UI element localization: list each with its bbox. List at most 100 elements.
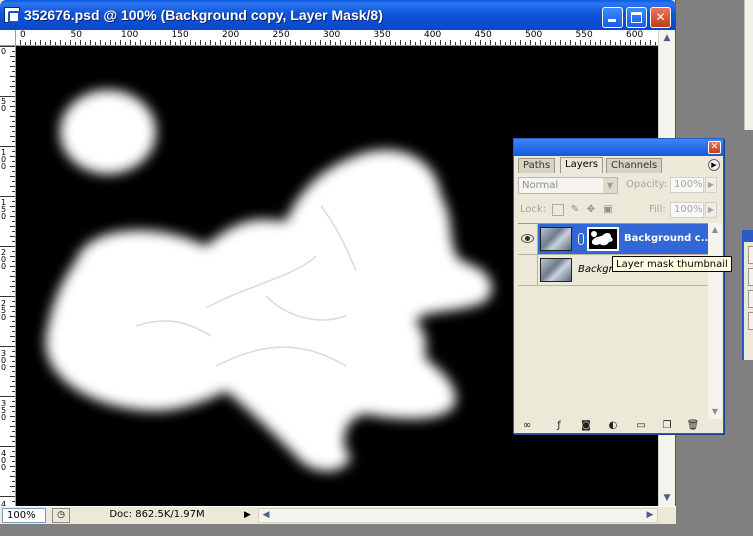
layer-mask-thumbnail[interactable] bbox=[587, 227, 619, 251]
new-group-icon[interactable]: ▭ bbox=[634, 419, 648, 432]
tab-layers[interactable]: Layers bbox=[560, 157, 604, 173]
add-mask-icon[interactable]: ◙ bbox=[579, 419, 593, 432]
opacity-slider-arrow[interactable]: ▶ bbox=[705, 177, 717, 193]
layer-style-icon[interactable]: ƒ bbox=[552, 419, 566, 432]
layers-scrollbar[interactable]: ▲ ▼ bbox=[708, 223, 722, 419]
navigator-button[interactable]: ◷ bbox=[52, 508, 70, 523]
layers-palette: ✕ Paths Layers Channels ▶ Normal ▼ Opaci… bbox=[513, 138, 732, 434]
ruler-tick bbox=[10, 286, 15, 287]
palette-close-button[interactable]: ✕ bbox=[708, 141, 721, 154]
link-layers-icon[interactable]: ∞ bbox=[520, 419, 534, 432]
ruler-tick bbox=[12, 221, 15, 222]
scroll-right-arrow[interactable]: ▶ bbox=[643, 509, 657, 522]
minimize-button[interactable] bbox=[602, 7, 623, 28]
palette-menu-button[interactable]: ▶ bbox=[708, 159, 720, 171]
ruler-tick bbox=[265, 42, 266, 45]
ruler-tick bbox=[30, 40, 31, 45]
new-layer-icon[interactable]: ❐ bbox=[660, 419, 674, 432]
ruler-tick bbox=[12, 381, 15, 382]
ruler-tick bbox=[12, 141, 15, 142]
zoom-field[interactable]: 100% bbox=[2, 508, 46, 523]
vertical-ruler[interactable]: 050100150200250300350400450 bbox=[0, 46, 16, 506]
palette-cell bbox=[748, 268, 753, 286]
ruler-tick bbox=[520, 40, 521, 45]
scroll-up-arrow[interactable]: ▲ bbox=[659, 30, 675, 46]
ruler-label: 150 bbox=[1, 197, 7, 221]
tab-paths[interactable]: Paths bbox=[518, 158, 556, 173]
ruler-tick bbox=[360, 40, 361, 45]
move-icon[interactable]: ✥ bbox=[585, 204, 597, 216]
ruler-tick bbox=[12, 171, 15, 172]
scroll-down-arrow[interactable]: ▼ bbox=[708, 405, 722, 419]
ruler-tick bbox=[25, 42, 26, 45]
document-titlebar[interactable]: 352676.psd @ 100% (Background copy, Laye… bbox=[0, 0, 676, 30]
ruler-tick bbox=[0, 246, 15, 247]
ruler-tick bbox=[10, 66, 15, 67]
ruler-tick bbox=[250, 40, 251, 45]
trash-icon[interactable]: 🗑 bbox=[686, 419, 700, 432]
ruler-tick bbox=[565, 42, 566, 45]
layer-name[interactable]: Background c... bbox=[624, 233, 712, 244]
fill-slider-arrow[interactable]: ▶ bbox=[705, 202, 717, 218]
opacity-field[interactable]: 100% bbox=[670, 177, 704, 193]
ruler-tick bbox=[350, 40, 351, 45]
blend-mode-select[interactable]: Normal ▼ bbox=[518, 177, 618, 194]
padlock-icon[interactable]: ▣ bbox=[602, 204, 614, 216]
ruler-tick bbox=[85, 42, 86, 45]
ruler-tick bbox=[545, 42, 546, 45]
palette-tabs: Paths Layers Channels bbox=[518, 157, 723, 173]
chain-link-icon[interactable] bbox=[578, 233, 584, 245]
ruler-tick bbox=[10, 136, 15, 137]
ruler-tick bbox=[35, 42, 36, 45]
ruler-tick bbox=[175, 42, 176, 45]
brush-icon[interactable]: ✎ bbox=[569, 204, 581, 216]
ruler-tick bbox=[655, 42, 656, 45]
ruler-tick bbox=[10, 416, 15, 417]
close-button[interactable]: ✕ bbox=[650, 7, 671, 28]
document-info[interactable]: Doc: 862.5K/1.97M bbox=[74, 508, 240, 523]
ruler-tick bbox=[305, 42, 306, 45]
tab-channels[interactable]: Channels bbox=[606, 158, 663, 173]
ruler-tick bbox=[12, 351, 15, 352]
ruler-label: 550 bbox=[575, 30, 593, 40]
fill-field[interactable]: 100% bbox=[670, 202, 704, 218]
ruler-tick bbox=[12, 331, 15, 332]
palette-titlebar[interactable]: ✕ bbox=[514, 139, 723, 156]
checkerboard-lock-icon[interactable] bbox=[552, 204, 564, 216]
layer-thumbnail[interactable] bbox=[540, 227, 572, 251]
ruler-tick bbox=[12, 271, 15, 272]
visibility-toggle[interactable] bbox=[518, 224, 538, 254]
ruler-tick bbox=[55, 42, 56, 45]
ruler-tick bbox=[10, 86, 15, 87]
visibility-toggle[interactable] bbox=[518, 255, 538, 285]
maximize-button[interactable] bbox=[626, 7, 647, 28]
ruler-tick bbox=[80, 40, 81, 45]
scroll-left-arrow[interactable]: ◀ bbox=[259, 509, 273, 522]
scroll-up-arrow[interactable]: ▲ bbox=[708, 223, 722, 237]
ruler-tick bbox=[385, 42, 386, 45]
ruler-tick bbox=[12, 481, 15, 482]
ruler-tick bbox=[10, 366, 15, 367]
ruler-tick bbox=[390, 40, 391, 45]
ruler-tick bbox=[12, 131, 15, 132]
ruler-tick bbox=[10, 466, 15, 467]
ruler-origin[interactable] bbox=[0, 30, 16, 46]
ruler-tick bbox=[325, 42, 326, 45]
ruler-label: 250 bbox=[1, 298, 7, 322]
horizontal-ruler[interactable]: 0 50 100 150 200 250 300 350 400 450 500 550 600 bbox=[0, 30, 660, 46]
photoshop-document-icon[interactable] bbox=[4, 7, 20, 23]
ruler-tick bbox=[140, 40, 141, 45]
palette-titlebar-edge bbox=[744, 230, 753, 242]
ruler-tick bbox=[465, 42, 466, 45]
scroll-down-arrow[interactable]: ▼ bbox=[659, 490, 675, 506]
ruler-label: 300 bbox=[1, 348, 7, 372]
adjustment-layer-icon[interactable]: ◐ bbox=[606, 419, 620, 432]
status-menu-arrow[interactable]: ▶ bbox=[244, 508, 256, 523]
layer-thumbnail[interactable] bbox=[540, 258, 572, 282]
ruler-label: 0 bbox=[1, 47, 7, 56]
ruler-tick bbox=[445, 42, 446, 45]
horizontal-scrollbar[interactable]: ◀ ▶ bbox=[258, 508, 658, 523]
layer-row-background-copy[interactable]: Background c... bbox=[518, 224, 712, 255]
ruler-tick bbox=[12, 101, 15, 102]
status-bar: 100% ◷ Doc: 862.5K/1.97M ▶ ◀ ▶ bbox=[0, 506, 676, 524]
